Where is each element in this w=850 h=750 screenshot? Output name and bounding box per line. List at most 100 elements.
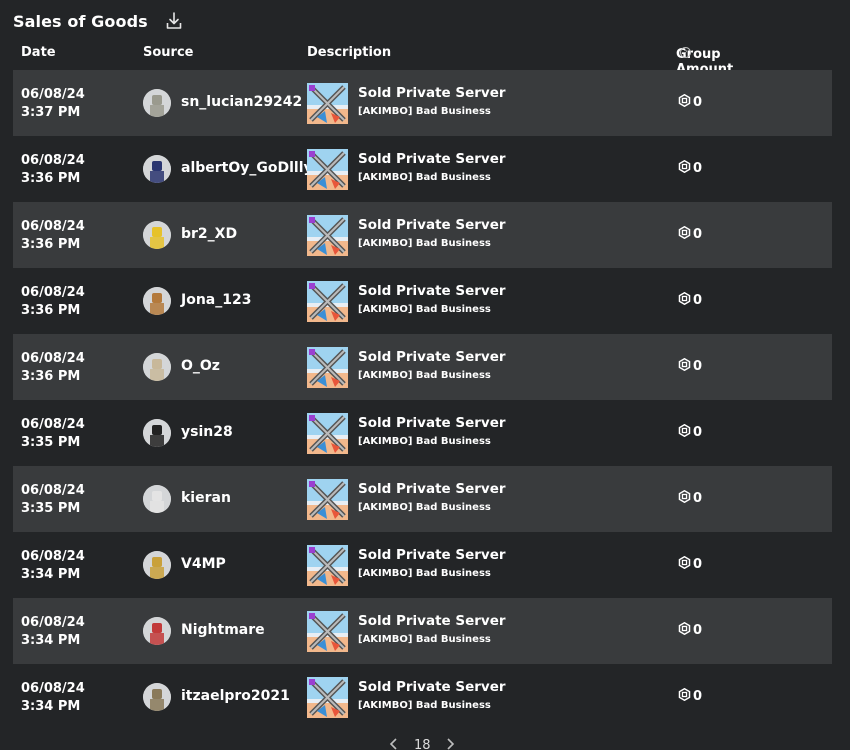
download-icon[interactable] — [165, 11, 183, 31]
avatar[interactable] — [143, 89, 171, 117]
avatar[interactable] — [143, 551, 171, 579]
avatar[interactable] — [143, 683, 171, 711]
table-row: 06/08/24 3:36 PM O_Oz Sold Private Serve… — [13, 334, 832, 400]
sale-date: 06/08/24 3:36 PM — [21, 218, 85, 254]
robux-icon — [678, 555, 693, 573]
sale-date: 06/08/24 3:36 PM — [21, 152, 85, 188]
source-username[interactable]: ysin28 — [181, 424, 233, 440]
avatar[interactable] — [143, 155, 171, 183]
source-username[interactable]: Jona_123 — [181, 292, 251, 308]
sale-date-time: 3:35 PM — [21, 435, 81, 450]
game-link[interactable]: [AKIMBO] Bad Business — [358, 238, 491, 249]
sale-date-time: 3:36 PM — [21, 237, 81, 252]
game-thumbnail[interactable] — [307, 215, 348, 256]
sales-of-goods-page: Sales of Goods Date Source Description G… — [0, 0, 850, 750]
game-link[interactable]: [AKIMBO] Bad Business — [358, 106, 491, 117]
sales-table: 06/08/24 3:37 PM sn_lucian29242 Sold Pri… — [13, 70, 832, 730]
game-thumbnail[interactable] — [307, 83, 348, 124]
table-row: 06/08/24 3:36 PM br2_XD Sold Private Ser… — [13, 202, 832, 268]
group-amount: 0 — [678, 423, 703, 441]
group-amount-value: 0 — [693, 293, 703, 308]
sale-date-day: 06/08/24 — [21, 285, 85, 300]
game-thumbnail[interactable] — [307, 281, 348, 322]
game-thumbnail[interactable] — [307, 677, 348, 718]
game-link[interactable]: [AKIMBO] Bad Business — [358, 436, 491, 447]
chevron-right-icon[interactable] — [444, 737, 456, 750]
avatar[interactable] — [143, 485, 171, 513]
table-row: 06/08/24 3:34 PM V4MP Sold Private Serve… — [13, 532, 832, 598]
source-username[interactable]: kieran — [181, 490, 231, 506]
group-amount: 0 — [678, 159, 703, 177]
game-link[interactable]: [AKIMBO] Bad Business — [358, 568, 491, 579]
table-row: 06/08/24 3:34 PM Nightmare Sold Private … — [13, 598, 832, 664]
help-icon[interactable]: ? — [680, 47, 691, 58]
sale-date-day: 06/08/24 — [21, 153, 85, 168]
group-amount: 0 — [678, 687, 703, 705]
sale-date-day: 06/08/24 — [21, 483, 85, 498]
item-description: Sold Private Server — [358, 283, 506, 299]
game-link[interactable]: [AKIMBO] Bad Business — [358, 502, 491, 513]
item-description: Sold Private Server — [358, 679, 506, 695]
sale-date-day: 06/08/24 — [21, 681, 85, 696]
group-amount: 0 — [678, 555, 703, 573]
sale-date: 06/08/24 3:34 PM — [21, 548, 85, 584]
table-row: 06/08/24 3:37 PM sn_lucian29242 Sold Pri… — [13, 70, 832, 136]
sale-date-day: 06/08/24 — [21, 417, 85, 432]
group-amount: 0 — [678, 93, 702, 111]
title-row: Sales of Goods — [13, 9, 183, 33]
table-header: Date Source Description Group Amount ? — [13, 43, 832, 77]
source-username[interactable]: Nightmare — [181, 622, 265, 638]
column-header-description: Description — [307, 45, 392, 60]
robux-icon — [678, 291, 693, 309]
sale-date-time: 3:34 PM — [21, 633, 81, 648]
table-row: 06/08/24 3:36 PM albertOy_GoDllly Sold P… — [13, 136, 832, 202]
page-title: Sales of Goods — [13, 11, 148, 31]
source-username[interactable]: O_Oz — [181, 358, 220, 374]
group-amount-value: 0 — [693, 689, 703, 704]
item-description: Sold Private Server — [358, 613, 506, 629]
game-thumbnail[interactable] — [307, 545, 348, 586]
item-description: Sold Private Server — [358, 151, 506, 167]
sale-date-time: 3:34 PM — [21, 699, 81, 714]
avatar[interactable] — [143, 419, 171, 447]
game-link[interactable]: [AKIMBO] Bad Business — [358, 700, 491, 711]
item-description: Sold Private Server — [358, 481, 506, 497]
game-link[interactable]: [AKIMBO] Bad Business — [358, 634, 491, 645]
sale-date: 06/08/24 3:37 PM — [21, 86, 85, 122]
sale-date-time: 3:34 PM — [21, 567, 81, 582]
avatar[interactable] — [143, 221, 171, 249]
sale-date: 06/08/24 3:36 PM — [21, 284, 85, 320]
robux-icon — [678, 489, 693, 507]
group-amount: 0 — [678, 357, 703, 375]
sale-date-time: 3:36 PM — [21, 171, 81, 186]
robux-icon — [678, 357, 693, 375]
avatar[interactable] — [143, 287, 171, 315]
group-amount-value: 0 — [693, 557, 703, 572]
group-amount-value: 0 — [693, 425, 703, 440]
sale-date-time: 3:37 PM — [21, 105, 81, 120]
source-username[interactable]: albertOy_GoDllly — [181, 160, 313, 176]
group-amount: 0 — [678, 291, 703, 309]
group-amount-value: 0 — [693, 161, 703, 176]
table-row: 06/08/24 3:35 PM kieran Sold Private Ser… — [13, 466, 832, 532]
game-thumbnail[interactable] — [307, 149, 348, 190]
chevron-left-icon[interactable] — [388, 737, 400, 750]
avatar[interactable] — [143, 617, 171, 645]
game-link[interactable]: [AKIMBO] Bad Business — [358, 370, 491, 381]
sale-date: 06/08/24 3:34 PM — [21, 614, 85, 650]
avatar[interactable] — [143, 353, 171, 381]
game-link[interactable]: [AKIMBO] Bad Business — [358, 304, 491, 315]
game-thumbnail[interactable] — [307, 347, 348, 388]
source-username[interactable]: sn_lucian29242 — [181, 94, 302, 110]
source-username[interactable]: itzaelpro2021 — [181, 688, 290, 704]
source-username[interactable]: br2_XD — [181, 226, 237, 242]
item-description: Sold Private Server — [358, 217, 506, 233]
group-amount-value: 0 — [693, 491, 703, 506]
game-thumbnail[interactable] — [307, 611, 348, 652]
game-thumbnail[interactable] — [307, 479, 348, 520]
source-username[interactable]: V4MP — [181, 556, 226, 572]
sale-date: 06/08/24 3:35 PM — [21, 416, 85, 452]
game-thumbnail[interactable] — [307, 413, 348, 454]
group-amount-value: 0 — [693, 359, 703, 374]
game-link[interactable]: [AKIMBO] Bad Business — [358, 172, 491, 183]
